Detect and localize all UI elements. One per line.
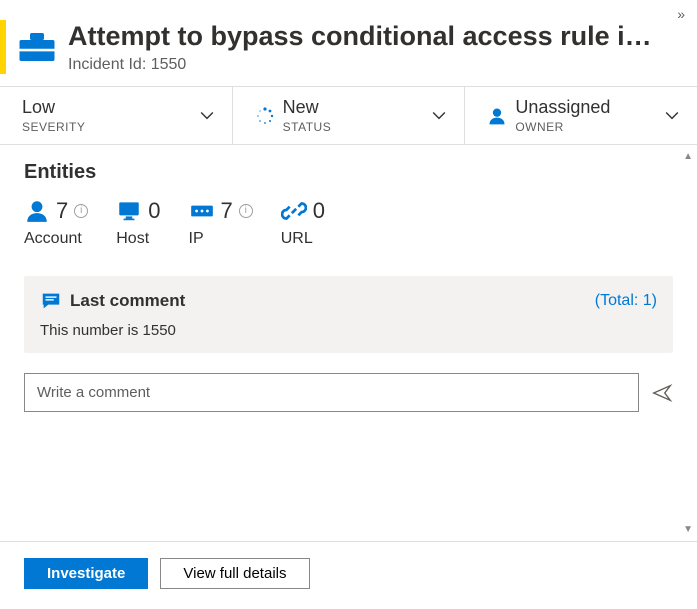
comments-total[interactable]: (Total: 1) bbox=[595, 292, 657, 310]
investigate-button[interactable]: Investigate bbox=[24, 558, 148, 589]
severity-dropdown[interactable]: Low SEVERITY bbox=[0, 87, 233, 144]
last-comment-label: Last comment bbox=[70, 291, 185, 311]
monitor-icon bbox=[116, 198, 142, 224]
incident-subtitle: Incident Id: 1550 bbox=[68, 56, 652, 74]
entity-count: 0 bbox=[313, 198, 325, 224]
comment-input[interactable] bbox=[24, 373, 639, 412]
send-icon[interactable] bbox=[651, 382, 673, 404]
info-icon[interactable]: i bbox=[239, 204, 253, 218]
footer: Investigate View full details bbox=[0, 541, 697, 609]
entity-ip[interactable]: 7i IP bbox=[189, 198, 253, 248]
entity-label: Host bbox=[116, 230, 149, 248]
chevron-down-icon bbox=[200, 109, 214, 123]
briefcase-icon bbox=[16, 26, 58, 68]
entity-count: 7 bbox=[221, 198, 233, 224]
entity-count: 0 bbox=[148, 198, 160, 224]
view-full-details-button[interactable]: View full details bbox=[160, 558, 309, 589]
chevron-down-icon bbox=[432, 109, 446, 123]
entity-url[interactable]: 0URL bbox=[281, 198, 325, 248]
last-comment-card: Last comment (Total: 1) This number is 1… bbox=[24, 276, 673, 353]
status-dropdown[interactable]: New STATUS bbox=[233, 87, 466, 144]
user-icon bbox=[487, 106, 507, 126]
user-icon bbox=[24, 198, 50, 224]
incident-header: Attempt to bypass conditional access rul… bbox=[0, 0, 697, 86]
entity-label: Account bbox=[24, 230, 82, 248]
entity-host[interactable]: 0 Host bbox=[116, 198, 160, 248]
entity-account[interactable]: 7i Account bbox=[24, 198, 88, 248]
scroll-up-arrow[interactable]: ▲ bbox=[683, 151, 693, 162]
owner-dropdown[interactable]: Unassigned OWNER bbox=[465, 87, 697, 144]
incident-title: Attempt to bypass conditional access rul… bbox=[68, 20, 652, 52]
chevron-down-icon bbox=[665, 109, 679, 123]
collapse-icon[interactable]: » bbox=[677, 6, 685, 22]
info-icon[interactable]: i bbox=[74, 204, 88, 218]
last-comment-text: This number is 1550 bbox=[40, 322, 657, 339]
meta-bar: Low SEVERITY New STATUS Unassigned bbox=[0, 87, 697, 144]
entity-label: IP bbox=[189, 230, 204, 248]
entities-heading: Entities bbox=[24, 161, 673, 184]
entities-row: 7iAccount0Host7iIP0URL bbox=[24, 198, 673, 248]
comment-icon bbox=[40, 290, 62, 312]
entity-label: URL bbox=[281, 230, 313, 248]
ip-icon bbox=[189, 198, 215, 224]
link-icon bbox=[281, 198, 307, 224]
scroll-down-arrow[interactable]: ▼ bbox=[683, 524, 693, 535]
status-spinner-icon bbox=[255, 106, 275, 126]
entity-count: 7 bbox=[56, 198, 68, 224]
severity-bar bbox=[0, 20, 6, 74]
body-scroll[interactable]: ▲ Entities 7iAccount0Host7iIP0URL Last c… bbox=[0, 145, 697, 541]
